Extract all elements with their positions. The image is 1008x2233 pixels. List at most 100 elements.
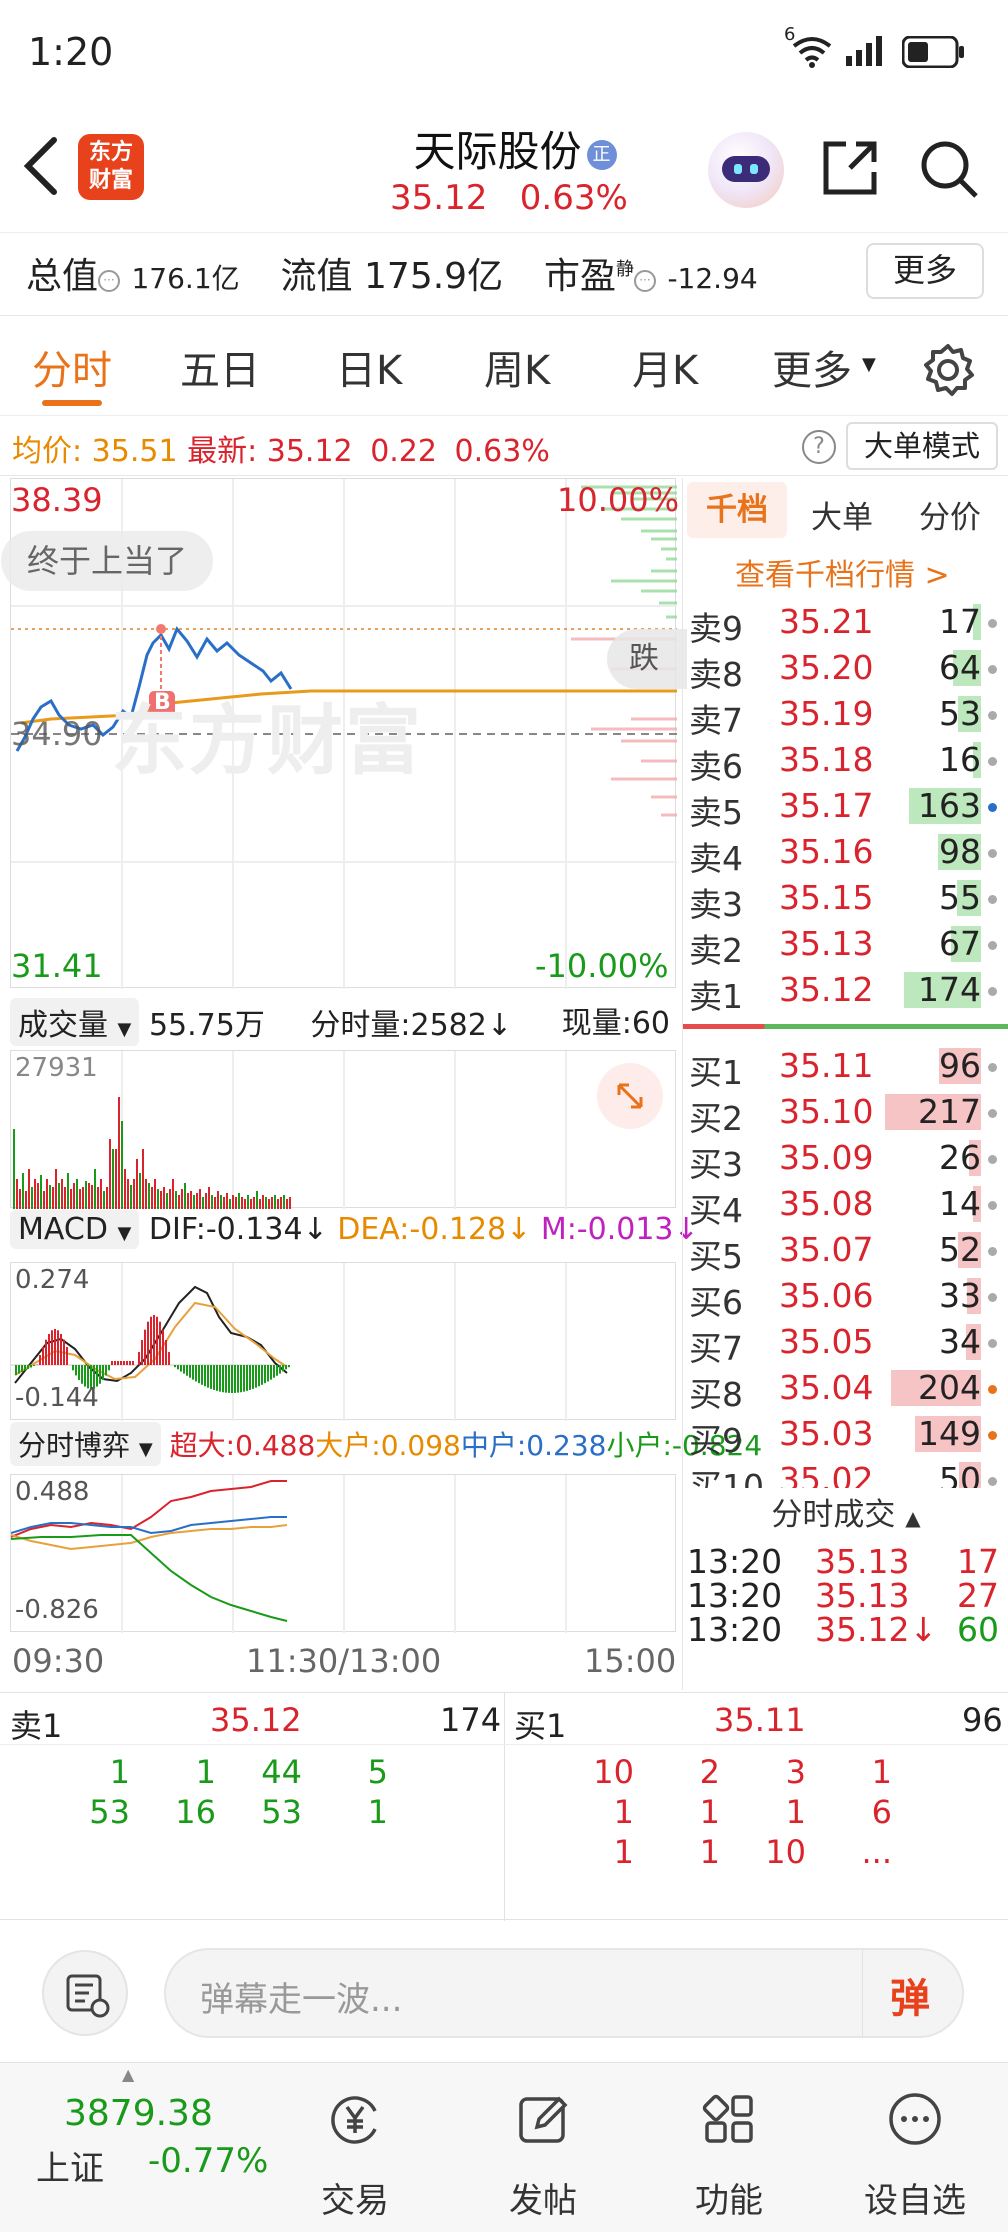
ask-level-row[interactable]: 卖7 35.19 53: [683, 692, 1003, 740]
ask-level-row[interactable]: 卖9 35.21 17: [683, 600, 1003, 648]
level-volume: 52: [939, 1230, 981, 1269]
volume-bar: [37, 1183, 39, 1209]
macd-bar: [183, 1365, 185, 1374]
pe-sup: 静: [616, 259, 634, 280]
nav-post[interactable]: 发帖: [478, 2063, 608, 2233]
queue-buy-vol: 96: [962, 1701, 1003, 1739]
volume-bar: [118, 1097, 120, 1209]
flow-super: 超大:0.488: [169, 1429, 316, 1462]
volume-bar: [91, 1185, 93, 1209]
info-dots-icon[interactable]: ···: [98, 270, 121, 292]
ask-level-row[interactable]: 卖3 35.15 55: [683, 876, 1003, 924]
level-volume: 163: [918, 786, 981, 825]
bid-level-row[interactable]: 买5 35.07 52: [683, 1228, 1003, 1276]
nav-add-watchlist[interactable]: 设自选: [850, 2063, 980, 2233]
bid-level-row[interactable]: 买1 35.11 96: [683, 1044, 1003, 1092]
volume-bar: [97, 1187, 99, 1209]
level-dot: [988, 1339, 997, 1348]
header-quote: 35.12 0.63%: [390, 178, 628, 218]
tab-daily-k[interactable]: 日K: [336, 338, 402, 396]
queue-cell: 10: [765, 1833, 806, 1871]
volume-selector[interactable]: 成交量 ▼: [10, 998, 140, 1046]
level-volume: 14: [939, 1184, 981, 1223]
trade-row: 13:20 35.12↓ 60: [683, 1610, 1003, 1658]
bid-level-row[interactable]: 买9 35.03 149: [683, 1412, 1003, 1460]
fall-tag[interactable]: 跌: [607, 629, 687, 689]
back-arrow-icon[interactable]: [20, 136, 60, 196]
level-label: 买1: [689, 1053, 743, 1092]
tab-intraday[interactable]: 分时: [32, 338, 112, 396]
level-label: 卖1: [689, 977, 743, 1016]
index-ticker[interactable]: ▲ 3879.38 上证 -0.77%: [30, 2063, 280, 2233]
tab-more[interactable]: 更多: [772, 338, 852, 396]
danmaku-send-button[interactable]: 弹: [890, 1966, 930, 2024]
more-button[interactable]: 更多: [866, 243, 984, 299]
volume-bar: [55, 1169, 57, 1209]
pe-label: 市盈: [543, 256, 616, 297]
queue-cell: 1: [109, 1753, 130, 1791]
comment-list-icon[interactable]: [42, 1950, 128, 2036]
orderbook-tab-active[interactable]: 千档: [687, 482, 787, 538]
macd-bar: [63, 1339, 65, 1365]
bid-level-row[interactable]: 买2 35.10 217: [683, 1090, 1003, 1138]
volume-chart: 27931: [10, 1050, 676, 1209]
volume-bar: [166, 1193, 168, 1209]
orderbook-tab-big[interactable]: 大单: [811, 492, 873, 537]
volume-bar: [265, 1197, 267, 1209]
info-dots-icon[interactable]: ···: [634, 270, 656, 292]
level-price: 35.11: [779, 1046, 874, 1085]
orderbook-tab-price[interactable]: 分价: [919, 492, 981, 537]
trades-header[interactable]: 分时成交 ▲: [683, 1488, 1008, 1542]
intraday-chart[interactable]: B 东方财富 38.39 10.00% 31.41 -10.00% 34.90 …: [1, 478, 687, 989]
level-price: 35.05: [779, 1322, 874, 1361]
view-full-depth-link[interactable]: 查看千档行情 >: [735, 550, 950, 594]
expand-icon[interactable]: [597, 1063, 663, 1129]
battery-icon: [902, 36, 964, 68]
macd-bar: [51, 1330, 53, 1365]
bid-level-row[interactable]: 买4 35.08 14: [683, 1182, 1003, 1230]
big-order-mode-button[interactable]: 大单模式: [846, 422, 998, 470]
nav-functions[interactable]: 功能: [664, 2063, 794, 2233]
macd-selector[interactable]: MACD ▼: [10, 1210, 140, 1249]
ask-levels: 卖9 35.21 17 卖8 35.20 64 卖7 35.19 53 卖6 35.18 16 卖5 35…: [683, 600, 1008, 1016]
volume-bar: [226, 1193, 228, 1209]
ask-level-row[interactable]: 卖4 35.16 98: [683, 830, 1003, 878]
settings-gear-icon[interactable]: [920, 342, 976, 398]
stock-title[interactable]: 天际股份 正: [380, 118, 650, 176]
search-icon[interactable]: [918, 138, 980, 200]
macd-bar: [264, 1365, 266, 1384]
tab-weekly-k[interactable]: 周K: [484, 338, 550, 396]
assistant-avatar[interactable]: [708, 132, 784, 208]
volume-bar: [247, 1195, 249, 1209]
bid-level-row[interactable]: 买3 35.09 26: [683, 1136, 1003, 1184]
help-icon[interactable]: ?: [802, 430, 836, 464]
ask-level-row[interactable]: 卖8 35.20 64: [683, 646, 1003, 694]
nav-trade[interactable]: 交易: [290, 2063, 420, 2233]
queue-sell-vol: 174: [440, 1701, 502, 1739]
tab-five-day[interactable]: 五日: [180, 338, 260, 396]
volume-bar: [64, 1187, 66, 1209]
macd-bar: [207, 1365, 209, 1388]
bottom-nav: ▲ 3879.38 上证 -0.77% 交易 发帖 功能 设自选: [0, 2062, 1008, 2232]
level-volume: 17: [939, 602, 981, 641]
ask-level-row[interactable]: 卖1 35.12 174: [683, 968, 1003, 1016]
level-price: 35.18: [779, 740, 874, 779]
volume-bar: [79, 1189, 81, 1209]
ask-level-row[interactable]: 卖5 35.17 163: [683, 784, 1003, 832]
comment-input[interactable]: 弹幕走一波... 弹: [164, 1948, 964, 2038]
index-name: 上证: [36, 2149, 104, 2189]
ask-level-row[interactable]: 卖6 35.18 16: [683, 738, 1003, 786]
ask-level-row[interactable]: 卖2 35.13 67: [683, 922, 1003, 970]
macd-bar: [222, 1365, 224, 1393]
bid-level-row[interactable]: 买8 35.04 204: [683, 1366, 1003, 1414]
status-bar: 1:20 6: [0, 0, 1008, 100]
share-icon[interactable]: [820, 138, 880, 198]
bid-level-row[interactable]: 买7 35.05 34: [683, 1320, 1003, 1368]
tab-monthly-k[interactable]: 月K: [632, 338, 698, 396]
bid-level-row[interactable]: 买6 35.06 33: [683, 1274, 1003, 1322]
level-price: 35.06: [779, 1276, 874, 1315]
status-time: 1:20: [28, 30, 114, 74]
level-volume: 26: [939, 1138, 981, 1177]
flow-selector[interactable]: 分时博弈 ▼: [10, 1422, 161, 1466]
stock-badge: 正: [586, 140, 617, 170]
